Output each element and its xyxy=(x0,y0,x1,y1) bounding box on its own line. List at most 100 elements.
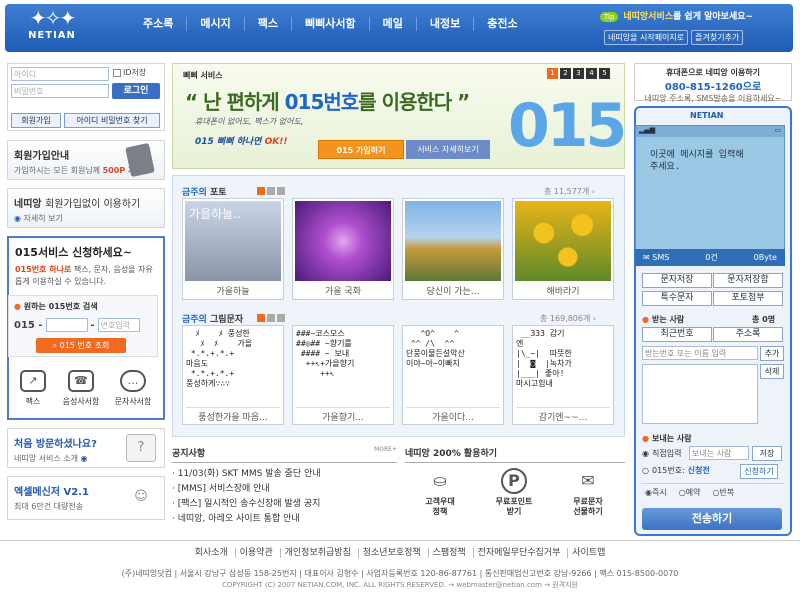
service-detail-button[interactable]: 서비스 자세히보기 xyxy=(406,140,490,159)
o15-sender-radio[interactable]: ○ 015번호: 신청전 xyxy=(642,465,710,476)
nav-myinfo[interactable]: 내정보 xyxy=(415,17,473,31)
footer-link-terms[interactable]: 이용약관 xyxy=(234,548,277,558)
bullet-icon: ● xyxy=(642,434,649,443)
special-char-button[interactable]: 특수문자 xyxy=(642,291,712,306)
notice-list: · 11/03(화) SKT MMS 발송 중단 안내 · [MMS] 서비스장… xyxy=(172,467,397,527)
art-tab-2[interactable] xyxy=(267,314,275,322)
nav-mail[interactable]: 메일 xyxy=(368,17,416,31)
no-signup-more[interactable]: 자세히 보기 xyxy=(24,214,63,223)
save-id-checkbox[interactable]: ID저장 xyxy=(113,67,146,78)
voicemail-label: 음성사서함 xyxy=(62,397,100,406)
o15-number-input[interactable]: 번호입력 xyxy=(97,318,140,332)
start-page-button[interactable]: 네띠앙을 시작페이지로 xyxy=(604,30,689,45)
send-repeat-radio[interactable]: ○반복 xyxy=(712,487,734,498)
art-count[interactable]: 총 169,806개 › xyxy=(540,313,596,324)
usage-label: 무료포인트 xyxy=(495,497,533,506)
photo-count[interactable]: 총 11,577개 › xyxy=(544,186,595,197)
netian-logo[interactable]: ✦✧✦ NETIAN xyxy=(12,6,92,46)
art-tab-1[interactable] xyxy=(257,314,265,322)
emoticon-card[interactable]: ^O^ ^ ^^ /\ ^^ 단풍이물든설악산 이야~아~이빠지 가을이다... xyxy=(402,325,504,425)
photo-attach-button[interactable]: 포토첨부 xyxy=(713,291,783,306)
recipient-input[interactable]: 받는번호 또는 이름 입력 xyxy=(642,346,758,360)
o15-join-button[interactable]: 015 가입하기 xyxy=(318,140,404,159)
id-input[interactable]: 아이디 xyxy=(11,67,109,81)
radio-checked-icon: ◉ xyxy=(642,449,649,458)
message-count: 0건 xyxy=(705,253,718,262)
notice-item[interactable]: · 네띠앙, 아레오 사이트 통합 안내 xyxy=(172,512,397,527)
nav-charge[interactable]: 충전소 xyxy=(473,17,530,31)
delete-recipient-button[interactable]: 삭제 xyxy=(760,364,784,379)
fax-service-link[interactable]: ↗ 팩스 xyxy=(10,370,56,407)
apply-button[interactable]: 신청하기 xyxy=(740,464,778,479)
sender-save-button[interactable]: 저장 xyxy=(752,446,782,461)
bullet-icon: ● xyxy=(14,302,21,311)
photo-tab-2[interactable] xyxy=(267,187,275,195)
free-sms-gift-link[interactable]: ✉ 무료문자 선물하기 xyxy=(558,468,618,517)
notice-item[interactable]: · [팩스] 일시적인 송수신장애 발생 공지 xyxy=(172,497,397,512)
footer-link-company[interactable]: 회사소개 xyxy=(191,548,232,558)
usage-label: 받기 xyxy=(506,507,522,516)
voicemail-service-link[interactable]: ☎ 음성사서함 xyxy=(58,370,104,407)
banner-page-5[interactable]: 5 xyxy=(599,68,610,79)
nav-message[interactable]: 메시지 xyxy=(186,17,243,31)
o15-middle-input[interactable] xyxy=(45,318,88,332)
login-button[interactable]: 로그인 xyxy=(112,83,160,99)
message-box-button[interactable]: 문자저장함 xyxy=(713,273,783,288)
message-textarea[interactable]: 이곳에 메시지를 입력해 주세요. xyxy=(650,149,746,249)
photo-card[interactable]: 가을하늘.. 가을하늘 xyxy=(182,198,284,300)
banner-page-1[interactable]: 1 xyxy=(547,68,558,79)
footer-copyright: COPYRIGHT (C) 2007 NETIAN.COM, INC. ALL … xyxy=(222,581,578,589)
nav-addressbook[interactable]: 주소록 xyxy=(130,17,186,31)
nav-fax[interactable]: 팩스 xyxy=(243,17,291,31)
emoticon-card[interactable]: __333 감기 엔 |\_~| 따뜻한 | ◙ |녹차가 |___| 좋아! … xyxy=(512,325,614,425)
art-tab-3[interactable] xyxy=(277,314,285,322)
photo-card[interactable]: 가을 국화 xyxy=(292,198,394,300)
tip-banner[interactable]: Tip 네띠앙서비스를 쉽게 알아보세요~ xyxy=(600,9,790,22)
sender-input[interactable]: 보내는 사람 xyxy=(689,446,749,460)
photo-card[interactable]: 해바라기 xyxy=(512,198,614,300)
join-button[interactable]: 회원가입 xyxy=(11,113,61,128)
mobile-access-box[interactable]: 휴대폰으로 네띠앙 이용하기 080-815-1260으로 네띠앙 주소록, S… xyxy=(634,63,792,103)
footer-link-spam[interactable]: 스팸정책 xyxy=(427,548,470,558)
footer-link-email-policy[interactable]: 전자메일무단수집거부 xyxy=(472,548,565,558)
send-reserve-radio[interactable]: ○예약 xyxy=(679,487,701,498)
send-now-radio[interactable]: ◉즉시 xyxy=(645,487,667,498)
save-message-button[interactable]: 문자저장 xyxy=(642,273,712,288)
footer-link-privacy[interactable]: 개인정보취급방침 xyxy=(279,548,355,558)
notice-item[interactable]: · [MMS] 서비스장애 안내 xyxy=(172,482,397,497)
direct-input-radio[interactable]: ◉ 직접입력 xyxy=(642,448,681,459)
free-point-link[interactable]: P 무료포인트 받기 xyxy=(484,468,544,517)
notice-item[interactable]: · 11/03(화) SKT MMS 발송 중단 안내 xyxy=(172,467,397,482)
tip-text: 를 쉽게 알아보세요~ xyxy=(673,12,754,22)
addressbook-button[interactable]: 주소록 xyxy=(713,327,783,342)
nav-pager-box[interactable]: 삐삐사서함 xyxy=(291,17,369,31)
emoticon-card[interactable]: ###~코스모스 ##◎## ~향기를 #### ~ 보내 ++↖+가을향기 +… xyxy=(292,325,394,425)
signal-icon: ▂▄▆ xyxy=(639,126,656,134)
recipient-list[interactable] xyxy=(642,364,758,424)
customer-policy-link[interactable]: ⛀ 고객우대 정책 xyxy=(410,468,470,517)
photo-card[interactable]: 당신이 가는... xyxy=(402,198,504,300)
footer-link-youth[interactable]: 청소년보호정책 xyxy=(357,548,425,558)
banner-page-2[interactable]: 2 xyxy=(560,68,571,79)
photo-tab-3[interactable] xyxy=(277,187,285,195)
favorite-button[interactable]: 즐겨찾기추가 xyxy=(691,30,744,45)
notice-more-link[interactable]: MORE+ xyxy=(374,446,397,459)
o15-search-button[interactable]: ⌕ 015 번호 조회 xyxy=(36,338,126,353)
footer-link-sitemap[interactable]: 사이트맵 xyxy=(567,548,610,558)
art-section-title: 금주의 그림문자 xyxy=(182,312,243,325)
emoticon-caption: 가을이다... xyxy=(406,407,500,423)
no-signup-box[interactable]: 네띠앙 회원가입없이 이용하기 ◉ 자세히 보기 xyxy=(7,188,165,228)
banner-pager: 1 2 3 4 5 xyxy=(547,68,610,79)
photo-caption: 해바라기 xyxy=(546,287,580,297)
sms-box-service-link[interactable]: … 문자사서함 xyxy=(110,370,156,407)
recipient-title: 받는 사람 xyxy=(651,315,685,324)
photo-tab-1[interactable] xyxy=(257,187,265,195)
find-account-button[interactable]: 아이디 비밀번호 찾기 xyxy=(64,113,160,128)
emoticon-card[interactable]: ﾒ ﾒ 풍성한 ﾒ ﾒ 가을 *.*.+.*.+ 마음도 *.*.+.*.+ 풍… xyxy=(182,325,284,425)
add-recipient-button[interactable]: 추가 xyxy=(760,346,784,361)
password-input[interactable]: 비밀번호 xyxy=(11,84,109,98)
send-button[interactable]: 전송하기 xyxy=(642,508,782,530)
recent-number-button[interactable]: 최근번호 xyxy=(642,327,712,342)
banner-page-3[interactable]: 3 xyxy=(573,68,584,79)
banner-page-4[interactable]: 4 xyxy=(586,68,597,79)
